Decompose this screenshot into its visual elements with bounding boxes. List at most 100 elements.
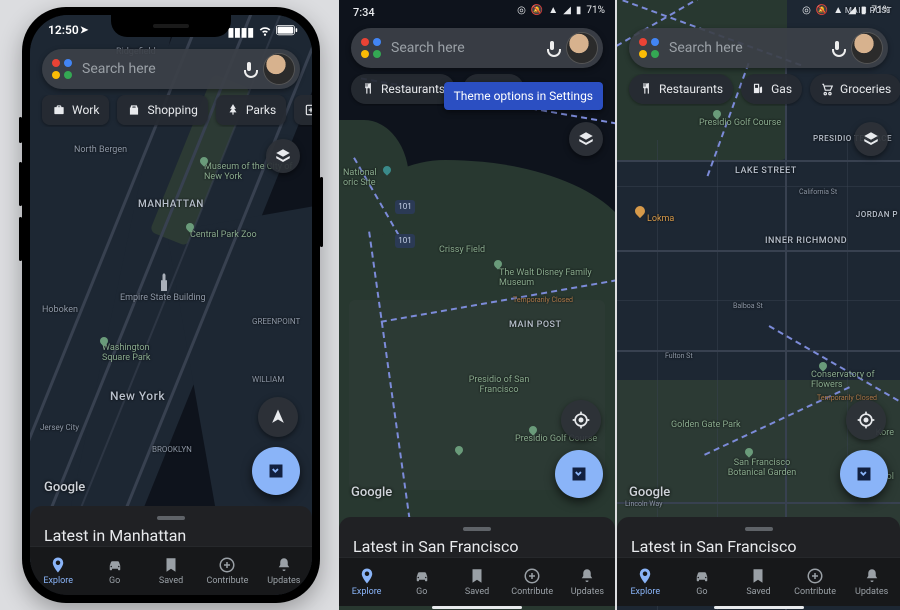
chip-label: Parks bbox=[246, 103, 276, 117]
map-label: GREENPOINT bbox=[252, 317, 300, 326]
map-label: WILLIAM bbox=[252, 375, 284, 384]
mic-icon[interactable] bbox=[543, 39, 561, 57]
layers-icon bbox=[862, 130, 880, 148]
avatar[interactable] bbox=[567, 33, 597, 63]
bookmark-icon bbox=[162, 556, 180, 574]
map-label: Balboa St bbox=[733, 302, 763, 310]
chip-restaurants[interactable]: Restaurants bbox=[629, 74, 733, 104]
tab-updates[interactable]: Updates bbox=[256, 547, 312, 595]
drag-handle-icon[interactable] bbox=[463, 527, 491, 531]
plus-circle-icon bbox=[218, 556, 236, 574]
tab-contribute[interactable]: Contribute bbox=[787, 558, 844, 606]
tab-saved[interactable]: Saved bbox=[730, 558, 787, 606]
tab-label: Saved bbox=[159, 576, 183, 586]
battery-percent: 71% bbox=[586, 5, 605, 16]
map-label: MAIN POST bbox=[509, 320, 561, 330]
layers-button[interactable] bbox=[854, 122, 888, 156]
tab-go[interactable]: Go bbox=[674, 558, 731, 606]
iphone-frame: 12:50 ➤ ▮▮▮▮ bbox=[22, 7, 320, 603]
tab-label: Contribute bbox=[206, 576, 248, 586]
map-label: Golden Gate Park bbox=[671, 420, 741, 430]
bottom-sheet[interactable]: Latest in Manhattan bbox=[30, 506, 312, 547]
drag-handle-icon[interactable] bbox=[157, 516, 185, 520]
wifi-icon: ▲ bbox=[833, 5, 843, 16]
tab-explore[interactable]: Explore bbox=[30, 547, 86, 595]
my-location-button[interactable] bbox=[846, 400, 886, 440]
tab-go[interactable]: Go bbox=[86, 547, 142, 595]
plus-circle-icon bbox=[806, 567, 824, 585]
android-screen-3: ◎ 🔕 ▲ ◢ ▮ 71% MAIN POST Presidio Golf Co… bbox=[617, 0, 900, 610]
tab-contribute[interactable]: Contribute bbox=[505, 558, 560, 606]
bell-icon bbox=[863, 567, 881, 585]
map-label: Central Park Zoo bbox=[190, 230, 257, 240]
bookmark-icon bbox=[749, 567, 767, 585]
search-bar[interactable]: Search here bbox=[351, 28, 603, 68]
battery-icon: ▮ bbox=[861, 5, 867, 16]
bell-icon bbox=[578, 567, 596, 585]
google-logo-icon bbox=[361, 38, 381, 58]
directions-button[interactable] bbox=[555, 450, 603, 498]
chip-gas[interactable]: Gas bbox=[741, 74, 802, 104]
tab-contribute[interactable]: Contribute bbox=[199, 547, 255, 595]
home-indicator[interactable] bbox=[432, 606, 522, 609]
map-label: New York bbox=[110, 389, 165, 403]
tab-updates[interactable]: Updates bbox=[843, 558, 900, 606]
sheet-title: Latest in San Francisco bbox=[631, 537, 886, 556]
bottom-sheet[interactable]: Latest in San Francisco bbox=[617, 517, 900, 558]
tab-go[interactable]: Go bbox=[394, 558, 449, 606]
search-bar[interactable]: Search here bbox=[42, 49, 300, 89]
android-status-bar: 7:34 ◎ 🔕 ▲ ◢ ▮ 71% bbox=[339, 0, 615, 24]
chip-groceries[interactable]: Groceries bbox=[810, 74, 900, 104]
side-button bbox=[19, 117, 22, 143]
map-label: Empire State Building bbox=[120, 293, 206, 303]
google-watermark: Google bbox=[44, 480, 85, 495]
map-label: Lincoln Way bbox=[625, 500, 662, 508]
bookmark-icon bbox=[468, 567, 486, 585]
tab-explore[interactable]: Explore bbox=[339, 558, 394, 606]
home-indicator[interactable] bbox=[714, 606, 804, 609]
mic-icon[interactable] bbox=[828, 39, 846, 57]
chip-label: Restaurants bbox=[381, 82, 445, 96]
bottom-sheet[interactable]: Latest in San Francisco bbox=[339, 517, 615, 558]
tab-label: Saved bbox=[465, 587, 489, 597]
search-bar[interactable]: Search here bbox=[629, 28, 888, 68]
map-label: Temporarily Closed bbox=[513, 296, 573, 304]
chip-shopping[interactable]: Shopping bbox=[117, 95, 207, 125]
signal-icon: ◢ bbox=[563, 5, 571, 16]
chip-hospitals[interactable]: Hospit bbox=[294, 95, 312, 125]
chip-parks[interactable]: Parks bbox=[216, 95, 286, 125]
battery-icon bbox=[276, 25, 298, 39]
dnd-icon: 🔕 bbox=[531, 5, 543, 16]
tab-saved[interactable]: Saved bbox=[449, 558, 504, 606]
search-placeholder: Search here bbox=[669, 40, 828, 56]
layers-button[interactable] bbox=[569, 122, 603, 156]
avatar[interactable] bbox=[852, 33, 882, 63]
avatar[interactable] bbox=[264, 54, 294, 84]
chip-work[interactable]: Work bbox=[42, 95, 109, 125]
search-placeholder: Search here bbox=[82, 61, 240, 77]
android-screen-2: 7:34 ◎ 🔕 ▲ ◢ ▮ 71% 101 101 National oric… bbox=[339, 0, 615, 610]
chip-restaurants[interactable]: Restaurants bbox=[351, 74, 455, 104]
tab-explore[interactable]: Explore bbox=[617, 558, 674, 606]
mic-icon[interactable] bbox=[240, 60, 258, 78]
status-right: ▮▮▮▮ bbox=[228, 23, 298, 40]
bell-icon bbox=[275, 556, 293, 574]
tab-label: Updates bbox=[267, 576, 300, 586]
side-button bbox=[19, 162, 22, 206]
tab-saved[interactable]: Saved bbox=[143, 547, 199, 595]
my-location-button[interactable] bbox=[561, 400, 601, 440]
plus-circle-icon bbox=[523, 567, 541, 585]
tab-label: Explore bbox=[352, 587, 382, 597]
directions-button[interactable] bbox=[252, 447, 300, 495]
esb-icon bbox=[156, 261, 172, 291]
bottom-nav: Explore Go Saved Contribute Updates bbox=[617, 557, 900, 606]
fork-knife-icon bbox=[639, 82, 653, 96]
tab-label: Explore bbox=[630, 587, 660, 597]
drag-handle-icon[interactable] bbox=[745, 527, 773, 531]
recenter-button[interactable] bbox=[258, 397, 298, 437]
wifi-icon: ▲ bbox=[548, 5, 558, 16]
directions-button[interactable] bbox=[840, 450, 888, 498]
layers-button[interactable] bbox=[266, 139, 300, 173]
tab-label: Updates bbox=[571, 587, 604, 597]
tab-updates[interactable]: Updates bbox=[560, 558, 615, 606]
